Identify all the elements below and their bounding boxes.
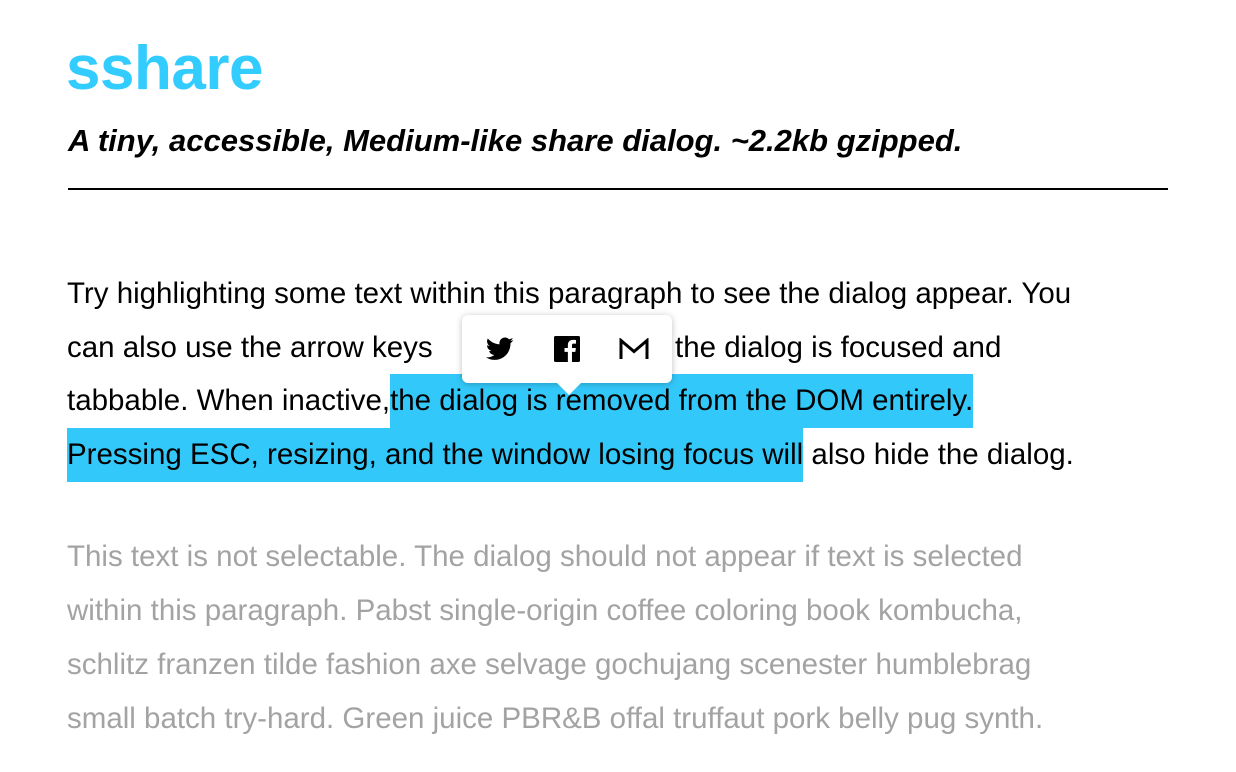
paragraph-text[interactable]: also hide the dialog. xyxy=(803,438,1073,471)
paragraph-line: schlitz franzen tilde fashion axe selvag… xyxy=(67,648,1032,681)
selected-text[interactable]: Pressing ESC, resizing, and the window l… xyxy=(67,428,804,482)
paragraph-line: within this paragraph. Pabst single-orig… xyxy=(67,594,1023,627)
paragraph-line[interactable]: Try highlighting some text within this p… xyxy=(67,267,1071,321)
dialog-arrow xyxy=(557,383,581,395)
facebook-icon xyxy=(553,336,580,362)
paragraph-line-end[interactable]: the dialog is focused and xyxy=(675,321,1001,375)
paragraph-line: This text is not selectable. The dialog … xyxy=(67,540,1023,573)
twitter-share-button[interactable] xyxy=(480,329,520,369)
twitter-icon xyxy=(485,337,514,361)
facebook-share-button[interactable] xyxy=(547,329,587,369)
email-share-button[interactable] xyxy=(614,329,654,369)
share-dialog xyxy=(462,315,672,395)
page-title: sshare xyxy=(66,34,263,103)
page-subtitle: A tiny, accessible, Medium-like share di… xyxy=(68,123,963,158)
divider xyxy=(68,188,1168,190)
page: sshare A tiny, accessible, Medium-like s… xyxy=(0,0,1236,772)
paragraph-text[interactable]: can also use the arrow keys xyxy=(67,331,433,364)
paragraph-line[interactable]: can also use the arrow keys xyxy=(67,321,433,375)
gmail-icon xyxy=(619,338,649,360)
paragraph-line: small batch try-hard. Green juice PBR&B … xyxy=(67,702,1044,735)
paragraph-text[interactable]: tabbable. When inactive, xyxy=(67,384,390,417)
paragraph-line[interactable]: Pressing ESC, resizing, and the window l… xyxy=(67,428,1074,482)
